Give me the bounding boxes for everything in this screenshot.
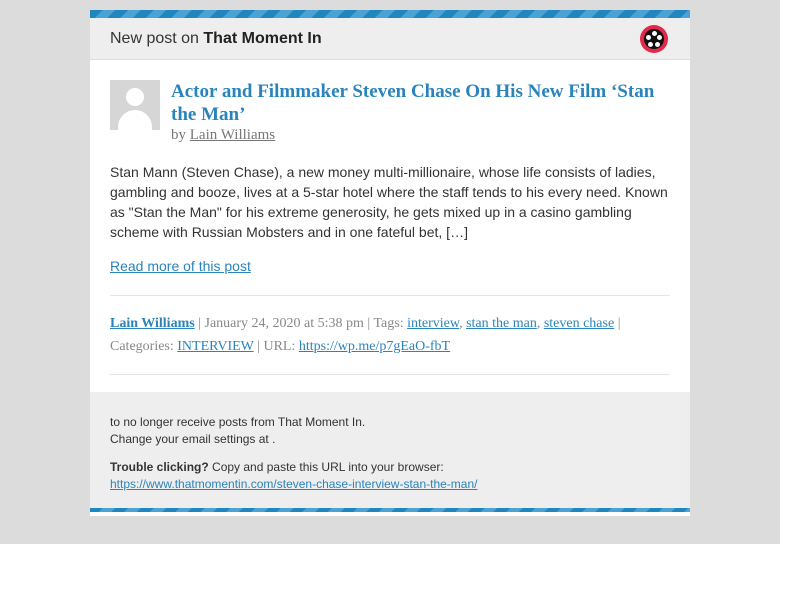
category-link[interactable]: INTERVIEW — [177, 339, 253, 354]
header-text: New post on That Moment In — [110, 30, 322, 48]
post-section: Actor and Filmmaker Steven Chase On His … — [90, 60, 690, 375]
reel-hole — [655, 41, 660, 47]
short-url-link[interactable]: https://wp.me/p7gEaO-fbT — [299, 339, 450, 354]
post-excerpt: Stan Mann (Steven Chase), a new money mu… — [110, 164, 668, 240]
post-meta: Lain Williams | January 24, 2020 at 5:38… — [110, 316, 621, 354]
post-title-link[interactable]: Actor and Filmmaker Steven Chase On His … — [171, 80, 670, 126]
trouble-text: Trouble clicking? Copy and paste this UR… — [110, 459, 670, 476]
avatar-body — [118, 110, 152, 130]
trouble-instructions: Copy and paste this URL into your browse… — [212, 460, 444, 474]
bottom-stripe — [90, 508, 690, 512]
avatar[interactable] — [110, 80, 160, 130]
film-reel-icon[interactable] — [640, 25, 668, 53]
email-card: New post on That Moment In Actor and Fil… — [90, 10, 690, 516]
settings-text: Change your email settings at . — [110, 432, 276, 446]
trouble-bold: Trouble clicking? — [110, 460, 209, 474]
reel-hole — [646, 35, 651, 40]
reel-hole — [657, 35, 662, 40]
tag-link-stan-the-man[interactable]: stan the man — [466, 316, 537, 331]
read-more-link[interactable]: Read more of this post — [110, 258, 251, 274]
byline: by Lain Williams — [171, 127, 670, 144]
post-heading: Actor and Filmmaker Steven Chase On His … — [171, 80, 670, 144]
meta-date: | January 24, 2020 at 5:38 pm | Tags: — [198, 316, 404, 331]
byline-prefix: by — [171, 127, 186, 143]
header-site-name[interactable]: That Moment In — [203, 30, 321, 47]
top-stripe — [90, 10, 690, 18]
avatar-head — [126, 88, 144, 106]
right-edge-strip — [780, 14, 790, 560]
divider — [110, 374, 670, 375]
header-prefix: New post on — [110, 29, 199, 47]
film-reel-inner — [644, 29, 664, 49]
reel-hole — [651, 31, 657, 36]
post-url-paragraph: https://www.thatmomentin.com/steven-chas… — [110, 476, 670, 493]
unsubscribe-text: to no longer receive posts from That Mom… — [110, 415, 366, 429]
byline-author-link[interactable]: Lain Williams — [190, 127, 275, 143]
post-url-link[interactable]: https://www.thatmomentin.com/steven-chas… — [110, 477, 477, 491]
divider — [110, 295, 670, 296]
email-footer: to no longer receive posts from That Mom… — [90, 392, 690, 512]
tag-link-interview[interactable]: interview — [407, 316, 459, 331]
reel-hole — [648, 41, 653, 47]
tag-link-steven-chase[interactable]: steven chase — [544, 316, 614, 331]
email-header: New post on That Moment In — [90, 18, 690, 60]
meta-url-label: | URL: — [257, 339, 296, 354]
meta-author-link[interactable]: Lain Williams — [110, 316, 195, 331]
